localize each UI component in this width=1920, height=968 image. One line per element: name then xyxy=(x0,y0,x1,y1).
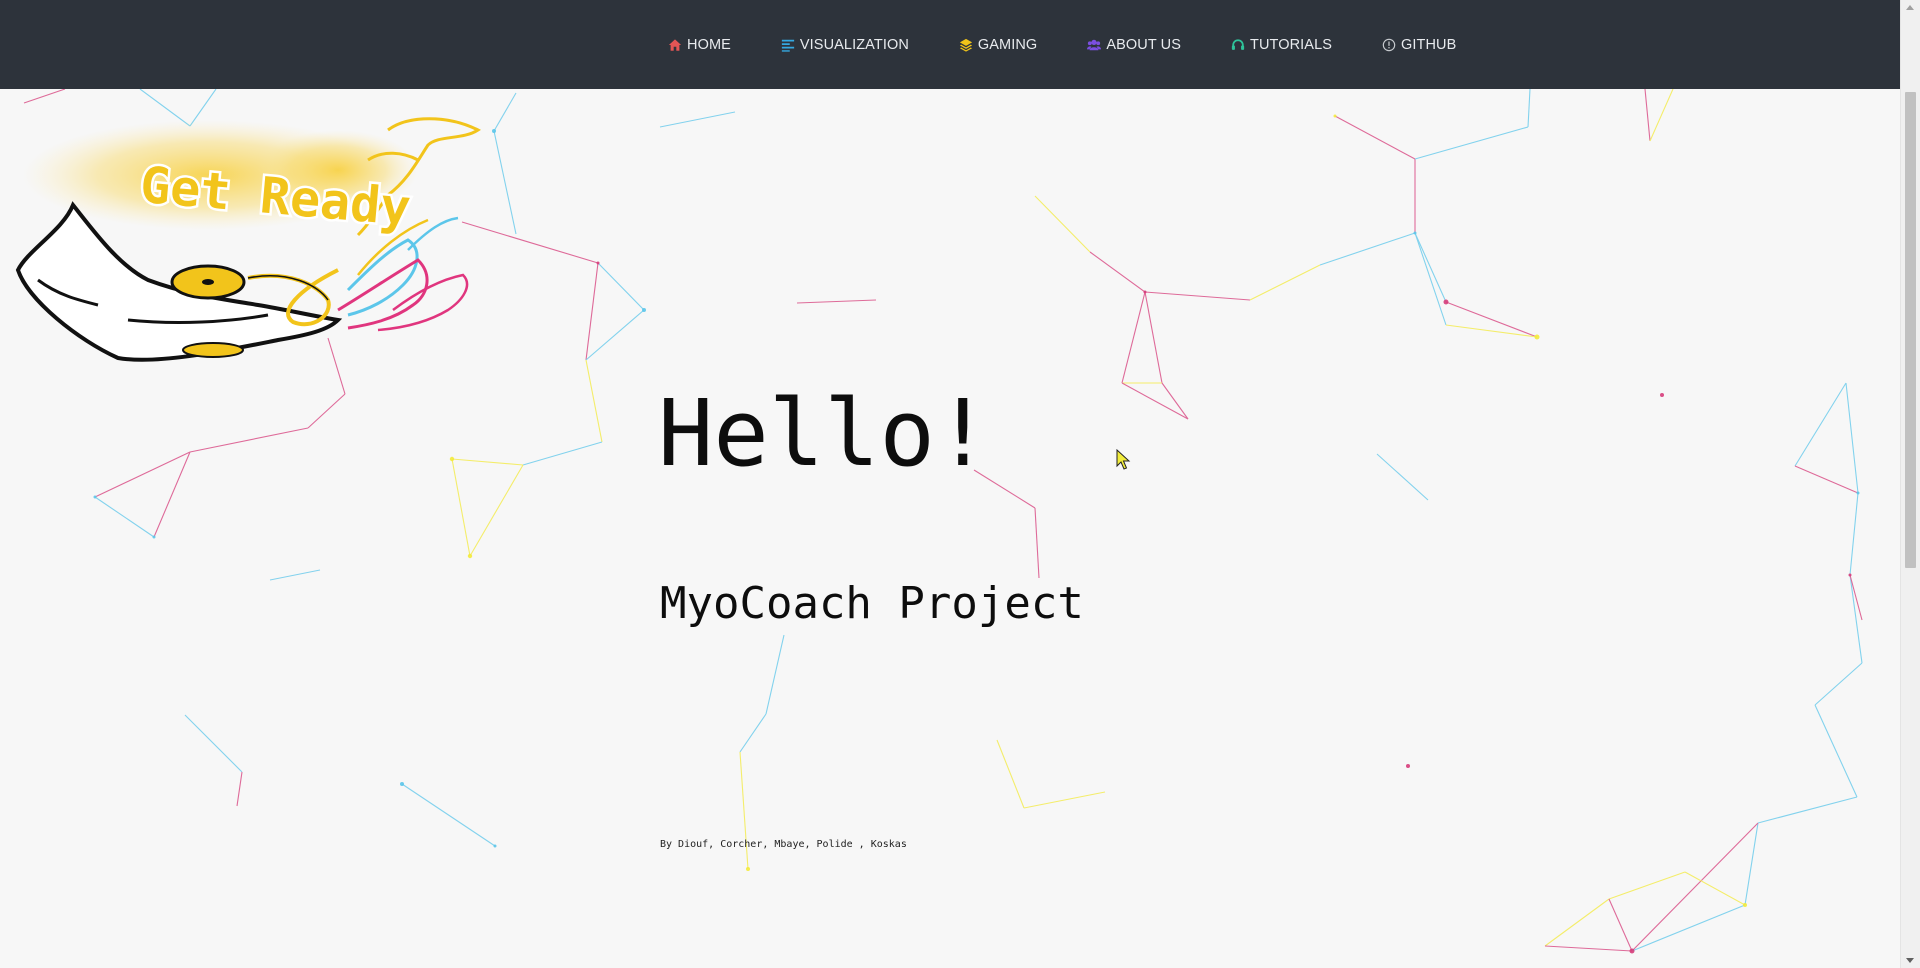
nav-home-label: HOME xyxy=(687,36,731,53)
scroll-up-arrow-icon[interactable] xyxy=(1906,5,1914,10)
users-icon xyxy=(1086,37,1102,53)
get-ready-logo: Get Ready Get Ready xyxy=(8,100,488,375)
nav-github-label: GITHUB xyxy=(1401,36,1457,53)
nav-visualization[interactable]: VISUALIZATION xyxy=(780,0,909,89)
nav-github[interactable]: GITHUB xyxy=(1381,0,1456,89)
headset-icon xyxy=(1230,37,1246,53)
scroll-down-arrow-icon[interactable] xyxy=(1906,958,1914,963)
scrollbar-thumb[interactable] xyxy=(1905,92,1916,568)
credits-text: By Diouf, Corcher, Mbaye, Polide , Koska… xyxy=(660,839,907,850)
nav-gaming[interactable]: GAMING xyxy=(958,0,1037,89)
nav-about-us-label: ABOUT US xyxy=(1106,36,1181,53)
hero-subtitle: MyoCoach Project xyxy=(660,578,1084,629)
top-navbar: HOME VISUALIZATION GAMING ABOUT US TUTOR… xyxy=(0,0,1901,89)
nav-home[interactable]: HOME xyxy=(667,0,731,89)
layers-icon xyxy=(958,37,974,53)
align-left-icon xyxy=(780,37,796,53)
mouse-cursor-icon xyxy=(1116,449,1131,470)
hero-title: Hello! xyxy=(658,380,991,487)
nav-menu: HOME VISUALIZATION GAMING ABOUT US TUTOR… xyxy=(667,0,1456,89)
nav-tutorials-label: TUTORIALS xyxy=(1250,36,1333,53)
home-icon xyxy=(667,37,683,53)
nav-about-us[interactable]: ABOUT US xyxy=(1086,0,1181,89)
nav-gaming-label: GAMING xyxy=(977,36,1038,53)
info-circle-icon xyxy=(1381,37,1397,53)
vertical-scrollbar[interactable] xyxy=(1900,0,1920,968)
nav-visualization-label: VISUALIZATION xyxy=(799,36,909,53)
nav-tutorials[interactable]: TUTORIALS xyxy=(1230,0,1332,89)
